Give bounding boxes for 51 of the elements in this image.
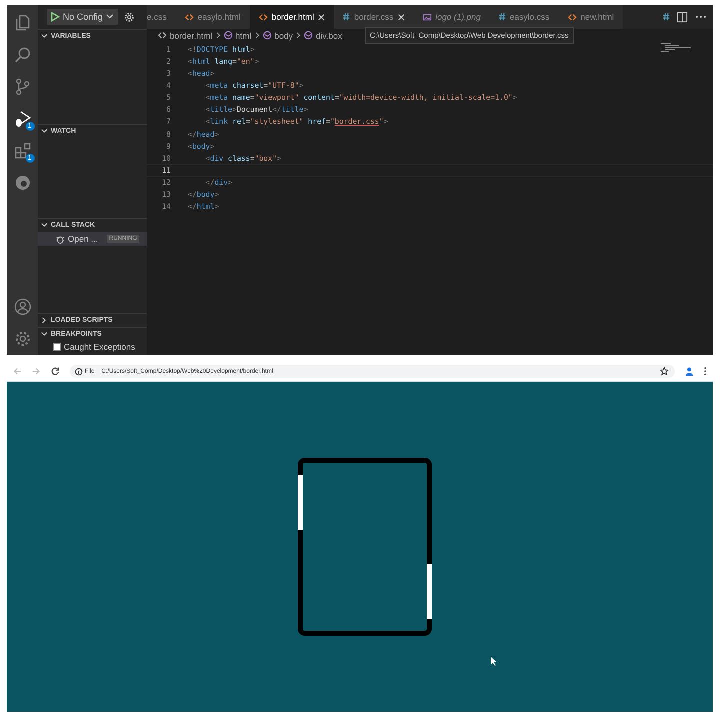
star-icon[interactable] xyxy=(660,367,669,376)
settings-icon xyxy=(14,330,32,348)
breakpoint-option[interactable]: Caught Exceptions xyxy=(38,341,147,356)
chevron-right-icon xyxy=(296,32,302,39)
editor-tab[interactable]: border.css xyxy=(334,5,414,29)
breadcrumb[interactable]: div.box xyxy=(316,30,342,40)
chevron-down-icon xyxy=(106,14,114,20)
play-icon xyxy=(51,12,60,22)
info-icon xyxy=(75,368,83,376)
html-file-icon xyxy=(258,14,268,20)
files-icon xyxy=(14,14,32,32)
css-file-icon xyxy=(498,13,506,21)
session-label: Open ... xyxy=(68,234,98,244)
html-file-icon xyxy=(158,32,167,39)
css-file-icon xyxy=(343,13,350,21)
editor-tab[interactable]: logo (1).png xyxy=(414,5,490,29)
menu-icon[interactable] xyxy=(704,367,707,376)
close-icon[interactable] xyxy=(398,14,405,20)
close-icon[interactable] xyxy=(318,14,326,20)
html-file-icon xyxy=(184,14,194,20)
search-icon xyxy=(14,46,32,64)
mouse-pointer-icon xyxy=(491,657,497,666)
breadcrumb[interactable]: border.html xyxy=(170,30,213,40)
run-debug-icon xyxy=(14,110,32,128)
image-file-icon xyxy=(422,12,432,22)
breadcrumb[interactable]: body xyxy=(274,30,294,40)
editor-tab[interactable]: easylo.css xyxy=(490,5,559,29)
split-editor-icon[interactable] xyxy=(677,12,688,22)
chevron-right-icon xyxy=(216,32,221,39)
editor-tab[interactable]: new.html xyxy=(558,5,624,29)
reload-icon[interactable] xyxy=(51,367,60,376)
cube-icon xyxy=(224,31,233,40)
css-file-icon[interactable] xyxy=(663,13,670,21)
chevron-right-icon xyxy=(254,32,260,39)
editor-tab[interactable]: e.css xyxy=(147,5,176,29)
branch-icon xyxy=(14,78,32,96)
breadcrumb[interactable]: html xyxy=(236,30,252,40)
swirl-icon xyxy=(14,174,32,192)
bug-icon xyxy=(56,234,65,244)
cube-icon xyxy=(262,31,272,40)
settings-icon[interactable] xyxy=(124,12,136,22)
editor-tab[interactable]: easylo.html xyxy=(176,5,250,29)
profile-icon[interactable] xyxy=(685,367,694,376)
cube-icon xyxy=(304,31,314,40)
html-file-icon xyxy=(568,14,577,20)
editor-tab[interactable]: border.html xyxy=(250,5,334,29)
account-icon xyxy=(14,298,32,316)
more-icon[interactable] xyxy=(695,15,707,19)
extensions-icon xyxy=(14,142,32,160)
debug-configuration-dropdown[interactable]: No Config xyxy=(47,9,118,25)
checkbox[interactable] xyxy=(53,343,61,352)
